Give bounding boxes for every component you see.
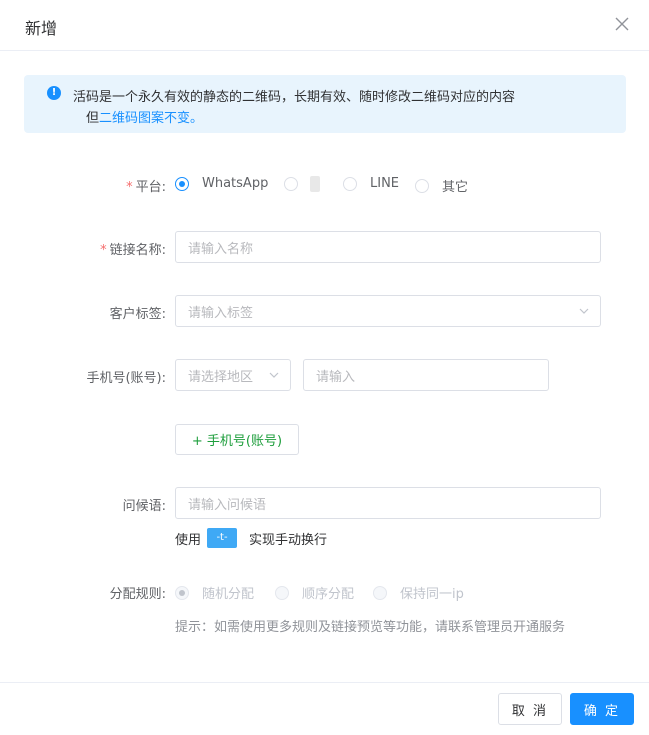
cancel-button[interactable]: 取 消: [498, 693, 562, 725]
dialog-title: 新增: [25, 19, 58, 38]
add-phone-button[interactable]: + 手机号(账号): [175, 424, 299, 455]
radio-label: 保持同一ip: [400, 587, 464, 602]
required-mark: *: [126, 180, 133, 195]
dialog-header: 新增: [0, 0, 649, 51]
required-mark: *: [100, 243, 107, 258]
distribution-label: 分配规则:: [109, 587, 166, 602]
greeting-placeholder: 请输入问候语: [188, 497, 267, 513]
chevron-down-icon: [269, 372, 279, 378]
radio-platform-2[interactable]: [284, 176, 320, 192]
radio-circle[interactable]: [175, 176, 189, 191]
radio-label: LINE: [370, 176, 400, 191]
line-break-key: -t-: [207, 528, 238, 548]
radio-circle[interactable]: [175, 585, 189, 600]
chevron-down-icon: [579, 308, 589, 314]
greeting-input[interactable]: 请输入问候语: [175, 487, 601, 519]
radio-circle[interactable]: [343, 176, 357, 191]
phone-label: 手机号(账号):: [86, 371, 166, 386]
link-name-label-text: 链接名称:: [109, 243, 166, 258]
alert-line-2-prefix: 但: [86, 111, 100, 126]
info-alert: ! 活码是一个永久有效的静态的二维码，长期有效、随时修改二维码对应的内容 但二维…: [24, 75, 626, 133]
link-name-placeholder: 请输入名称: [188, 241, 254, 257]
distribution-tip: 提示：如需使用更多规则及链接预览等功能，请联系管理员开通服务: [175, 620, 566, 635]
customer-tag-select[interactable]: 请输入标签: [175, 295, 601, 327]
hint-suffix: 实现手动换行: [249, 532, 328, 548]
phone-number-input[interactable]: 请输入: [303, 359, 549, 391]
alert-line-2: 但二维码图案不变。: [86, 107, 203, 126]
platform-logo-icon: [310, 176, 320, 192]
radio-line[interactable]: LINE: [343, 176, 399, 191]
radio-sequential[interactable]: 顺序分配: [275, 583, 354, 602]
phone-number-placeholder: 请输入: [316, 369, 356, 385]
info-icon: !: [47, 86, 61, 100]
add-dialog: 新增 ! 活码是一个永久有效的静态的二维码，长期有效、随时修改二维码对应的内容 …: [0, 0, 649, 734]
link-name-input[interactable]: 请输入名称: [175, 231, 601, 263]
radio-circle[interactable]: [373, 585, 387, 600]
radio-circle[interactable]: [275, 585, 289, 600]
radio-random[interactable]: 随机分配: [175, 583, 254, 602]
platform-label: * 平台:: [0, 176, 166, 195]
line-break-hint: 使用 -t- 实现手动换行: [175, 528, 327, 548]
platform-label-text: 平台:: [135, 180, 166, 195]
alert-highlight: 二维码图案不变。: [99, 111, 204, 126]
hint-prefix: 使用: [175, 532, 202, 548]
radio-circle[interactable]: [284, 177, 298, 191]
radio-whatsapp[interactable]: WhatsApp: [175, 176, 268, 191]
radio-label: 随机分配: [202, 587, 255, 602]
link-name-label: * 链接名称:: [0, 239, 166, 258]
radio-circle[interactable]: [415, 178, 429, 193]
region-select[interactable]: 请选择地区: [175, 359, 291, 391]
dialog-footer: 取 消 确 定: [0, 682, 649, 735]
confirm-button[interactable]: 确 定: [570, 693, 634, 725]
close-icon[interactable]: [614, 16, 630, 32]
alert-line-1: 活码是一个永久有效的静态的二维码，长期有效、随时修改二维码对应的内容: [73, 90, 516, 105]
customer-tag-label: 客户标签:: [109, 307, 166, 322]
region-placeholder: 请选择地区: [188, 369, 254, 385]
radio-label: 其它: [442, 180, 469, 195]
radio-label: WhatsApp: [202, 176, 269, 191]
greeting-label: 问候语:: [122, 499, 166, 514]
radio-label: 顺序分配: [302, 587, 355, 602]
radio-same-ip[interactable]: 保持同一ip: [373, 583, 464, 602]
customer-tag-placeholder: 请输入标签: [188, 305, 254, 321]
radio-other[interactable]: 其它: [415, 176, 468, 195]
